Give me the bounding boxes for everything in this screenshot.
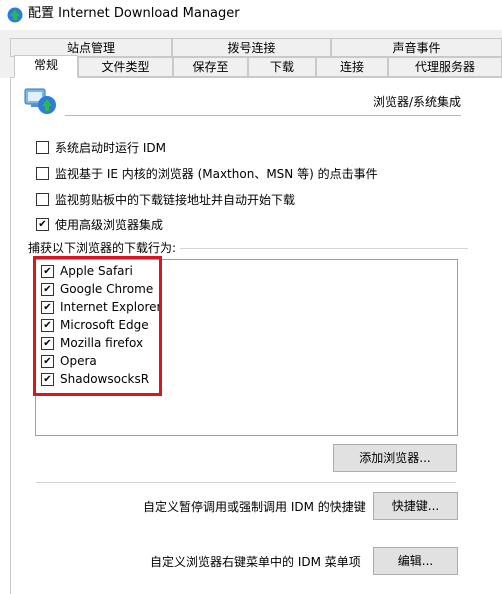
shortcut-label: 自定义暂停调用或强制调用 IDM 的快捷键 (143, 500, 366, 514)
option-label: 系统启动时运行 IDM (55, 140, 166, 155)
checkbox-browser[interactable] (41, 318, 54, 332)
browser-label: ShadowsocksR (60, 372, 150, 386)
option-label: 监视剪贴板中的下载链接地址并自动开始下载 (55, 192, 296, 207)
group-divider (180, 248, 468, 249)
browser-integration-icon (24, 88, 56, 114)
browser-label: Apple Safari (60, 264, 133, 278)
list-item[interactable]: Microsoft Edge (41, 317, 149, 333)
browser-label: Microsoft Edge (60, 318, 149, 332)
option-label: 使用高级浏览器集成 (55, 217, 164, 232)
checkbox-browser[interactable] (41, 282, 54, 296)
checkbox-browser[interactable] (41, 300, 54, 314)
list-item[interactable]: ShadowsocksR (41, 371, 149, 387)
list-item[interactable]: Internet Explorer (41, 299, 161, 315)
option-monitor-clipboard[interactable]: 监视剪贴板中的下载链接地址并自动开始下载 (36, 191, 295, 207)
option-advanced-integration[interactable]: 使用高级浏览器集成 (36, 216, 163, 232)
tab-downloads[interactable]: 下载 (248, 57, 316, 77)
section-title: 浏览器/系统集成 (373, 95, 462, 109)
separator (36, 482, 456, 483)
list-item[interactable]: Mozilla firefox (41, 335, 143, 351)
browser-label: Opera (60, 354, 97, 368)
checkbox-advanced-integration[interactable] (36, 217, 49, 231)
idm-app-icon (7, 7, 23, 23)
checkbox-browser[interactable] (41, 354, 54, 368)
option-monitor-ie-clicks[interactable]: 监视基于 IE 内核的浏览器 (Maxthon、MSN 等) 的点击事件 (36, 165, 378, 181)
shortcut-button[interactable]: 快捷键... (373, 492, 458, 520)
tab-proxy[interactable]: 代理服务器 (388, 57, 502, 77)
option-run-at-startup[interactable]: 系统启动时运行 IDM (36, 139, 166, 155)
title-bar: 配置 Internet Download Manager (0, 0, 502, 30)
checkbox-browser[interactable] (41, 372, 54, 386)
list-item[interactable]: Apple Safari (41, 263, 133, 279)
browser-label: Google Chrome (60, 282, 154, 296)
browser-label: Mozilla firefox (60, 336, 144, 350)
checkbox-browser[interactable] (41, 336, 54, 350)
browser-group-label: 捕获以下浏览器的下载行为: (28, 241, 177, 255)
checkbox-monitor-ie-clicks[interactable] (36, 166, 49, 180)
checkbox-browser[interactable] (41, 264, 54, 278)
browser-label: Internet Explorer (60, 300, 162, 314)
context-menu-label: 自定义浏览器右键菜单中的 IDM 菜单项 (150, 555, 361, 569)
tab-dialup[interactable]: 拨号连接 (172, 38, 331, 57)
tab-save-to[interactable]: 保存至 (173, 57, 248, 77)
checkbox-monitor-clipboard[interactable] (36, 192, 49, 206)
tab-connection[interactable]: 连接 (316, 57, 388, 77)
section-divider (65, 115, 461, 116)
checkbox-run-at-startup[interactable] (36, 140, 49, 154)
add-browser-button[interactable]: 添加浏览器... (333, 444, 457, 472)
browser-list[interactable]: Apple Safari Google Chrome Internet Expl… (35, 259, 458, 436)
list-item[interactable]: Google Chrome (41, 281, 153, 297)
window-title: 配置 Internet Download Manager (28, 6, 240, 21)
edit-menu-button[interactable]: 编辑... (373, 547, 458, 575)
tab-sound-events[interactable]: 声音事件 (331, 38, 502, 57)
option-label: 监视基于 IE 内核的浏览器 (Maxthon、MSN 等) 的点击事件 (55, 166, 378, 181)
tab-file-types[interactable]: 文件类型 (78, 57, 173, 77)
tab-general[interactable]: 常规 (14, 55, 78, 78)
list-item[interactable]: Opera (41, 353, 97, 369)
